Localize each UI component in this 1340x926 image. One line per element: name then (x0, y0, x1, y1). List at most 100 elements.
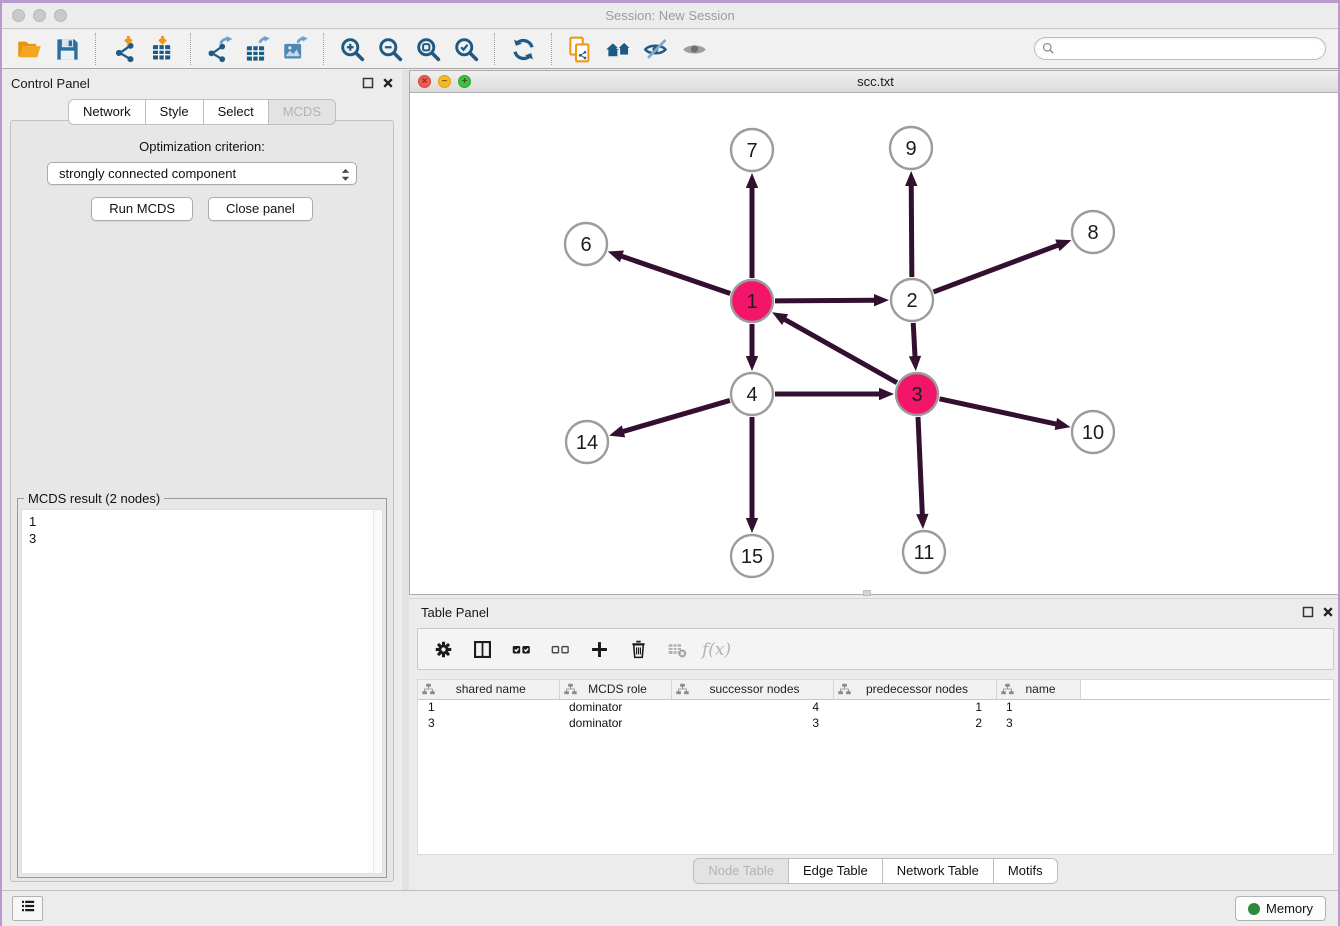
mcds-result-line: 1 (22, 510, 382, 530)
column-header-name[interactable]: name (996, 680, 1080, 699)
graph-node-8[interactable]: 8 (1072, 211, 1114, 253)
graph-edge-1-4[interactable] (746, 324, 758, 371)
table-cell-successor-nodes[interactable]: 4 (671, 699, 833, 715)
zoom-in-button[interactable] (333, 32, 371, 66)
refresh-layout-button[interactable] (504, 32, 542, 66)
network-table-splitter-handle[interactable] (863, 590, 871, 596)
column-header-shared-name[interactable]: shared name (418, 680, 559, 699)
graph-edge-2-8[interactable] (934, 240, 1072, 292)
graph-edge-2-9[interactable] (905, 171, 917, 277)
zoom-out-button[interactable] (371, 32, 409, 66)
column-header-successor-nodes[interactable]: successor nodes (671, 680, 833, 699)
memory-button[interactable]: Memory (1235, 896, 1326, 921)
clone-network-button[interactable] (561, 32, 599, 66)
first-neighbors-button[interactable] (599, 32, 637, 66)
float-table-panel-icon[interactable] (1301, 605, 1314, 618)
graph-node-10[interactable]: 10 (1072, 411, 1114, 453)
app-title: Session: New Session (2, 8, 1338, 23)
add-column-button[interactable] (587, 637, 611, 661)
graph-node-15[interactable]: 15 (731, 535, 773, 577)
svg-text:7: 7 (746, 140, 757, 162)
table-cell-shared-name[interactable]: 1 (418, 699, 559, 715)
table-cell-shared-name[interactable]: 3 (418, 715, 559, 731)
zoom-selected-icon (453, 36, 480, 63)
graph-edge-3-11[interactable] (916, 417, 928, 529)
network-window-title: scc.txt (410, 74, 1340, 89)
import-table-icon (149, 36, 176, 63)
graph-edge-3-10[interactable] (939, 399, 1070, 430)
table-cell-successor-nodes[interactable]: 3 (671, 715, 833, 731)
graph-edge-4-15[interactable] (746, 417, 758, 533)
table-row[interactable]: 3dominator323 (418, 715, 1330, 731)
close-table-panel-icon[interactable] (1321, 605, 1334, 618)
export-network-button[interactable] (200, 32, 238, 66)
task-history-button[interactable] (12, 896, 43, 921)
hide-selected-button[interactable] (637, 32, 675, 66)
graph-node-7[interactable]: 7 (731, 129, 773, 171)
table-cell-MCDS-role[interactable]: dominator (559, 715, 671, 731)
graph-edge-3-1[interactable] (772, 312, 897, 382)
optimization-criterion-select[interactable]: strongly connected component (47, 162, 357, 185)
table-row[interactable]: 1dominator411 (418, 699, 1330, 715)
hierarchy-icon (838, 683, 851, 695)
graph-node-3[interactable]: 3 (896, 373, 938, 415)
select-all-rows-button[interactable] (509, 637, 533, 661)
graph-node-4[interactable]: 4 (731, 373, 773, 415)
import-table-button[interactable] (143, 32, 181, 66)
table-cell-name[interactable]: 1 (996, 699, 1080, 715)
tab-mcds[interactable]: MCDS (269, 99, 336, 125)
tab-style[interactable]: Style (146, 99, 204, 125)
graph-node-1[interactable]: 1 (731, 280, 773, 322)
zoom-selected-button[interactable] (447, 32, 485, 66)
table-tab-network-table[interactable]: Network Table (883, 858, 994, 884)
close-panel-icon[interactable] (381, 76, 394, 89)
table-tab-node-table[interactable]: Node Table (693, 858, 789, 884)
graph-node-2[interactable]: 2 (891, 279, 933, 321)
zoom-fit-button[interactable] (409, 32, 447, 66)
close-panel-button[interactable]: Close panel (208, 197, 313, 221)
graph-node-6[interactable]: 6 (565, 223, 607, 265)
table-settings-button[interactable] (431, 637, 455, 661)
run-mcds-button[interactable]: Run MCDS (91, 197, 193, 221)
graph-edge-4-14[interactable] (609, 400, 730, 437)
mcds-result-scrollbar[interactable] (373, 510, 382, 873)
zoom-in-icon (339, 36, 366, 63)
graph-edge-1-2[interactable] (775, 294, 889, 306)
import-network-button[interactable] (105, 32, 143, 66)
open-file-button[interactable] (10, 32, 48, 66)
save-session-button[interactable] (48, 32, 86, 66)
table-tab-motifs[interactable]: Motifs (994, 858, 1058, 884)
column-header-MCDS-role[interactable]: MCDS role (559, 680, 671, 699)
column-header-label: successor nodes (689, 682, 829, 696)
graph-node-14[interactable]: 14 (566, 421, 608, 463)
graph-edge-4-3[interactable] (775, 388, 894, 400)
app-window: Session: New Session Control Panel Netwo… (0, 0, 1340, 926)
table-tab-edge-table[interactable]: Edge Table (789, 858, 883, 884)
table-cell-name[interactable]: 3 (996, 715, 1080, 731)
clear-row-selection-button[interactable] (548, 637, 572, 661)
table-cell-predecessor-nodes[interactable]: 2 (833, 715, 996, 731)
graph-edge-2-3[interactable] (909, 323, 921, 371)
control-panel-splitter[interactable] (402, 70, 409, 890)
search-input[interactable] (1034, 37, 1326, 60)
float-panel-icon[interactable] (361, 76, 374, 89)
network-canvas[interactable]: 7 9 6 8 1 2 4 3 14 10 15 11 (410, 93, 1340, 595)
select-stepper-icon (340, 166, 351, 182)
column-header-predecessor-nodes[interactable]: predecessor nodes (833, 680, 996, 699)
zoom-fit-icon (415, 36, 442, 63)
delete-columns-button[interactable] (626, 637, 650, 661)
mcds-result-list[interactable]: 13 (21, 509, 383, 874)
export-table-button[interactable] (238, 32, 276, 66)
svg-text:14: 14 (576, 432, 598, 454)
tab-select[interactable]: Select (204, 99, 269, 125)
graph-node-9[interactable]: 9 (890, 127, 932, 169)
toggle-columns-button[interactable] (470, 637, 494, 661)
graph-edge-1-6[interactable] (608, 250, 730, 293)
graph-edge-1-7[interactable] (746, 173, 758, 278)
table-cell-MCDS-role[interactable]: dominator (559, 699, 671, 715)
table-cell-predecessor-nodes[interactable]: 1 (833, 699, 996, 715)
main-area: Control Panel NetworkStyleSelectMCDS Opt… (2, 70, 1338, 890)
graph-node-11[interactable]: 11 (903, 531, 945, 573)
export-image-button[interactable] (276, 32, 314, 66)
tab-network[interactable]: Network (68, 99, 146, 125)
